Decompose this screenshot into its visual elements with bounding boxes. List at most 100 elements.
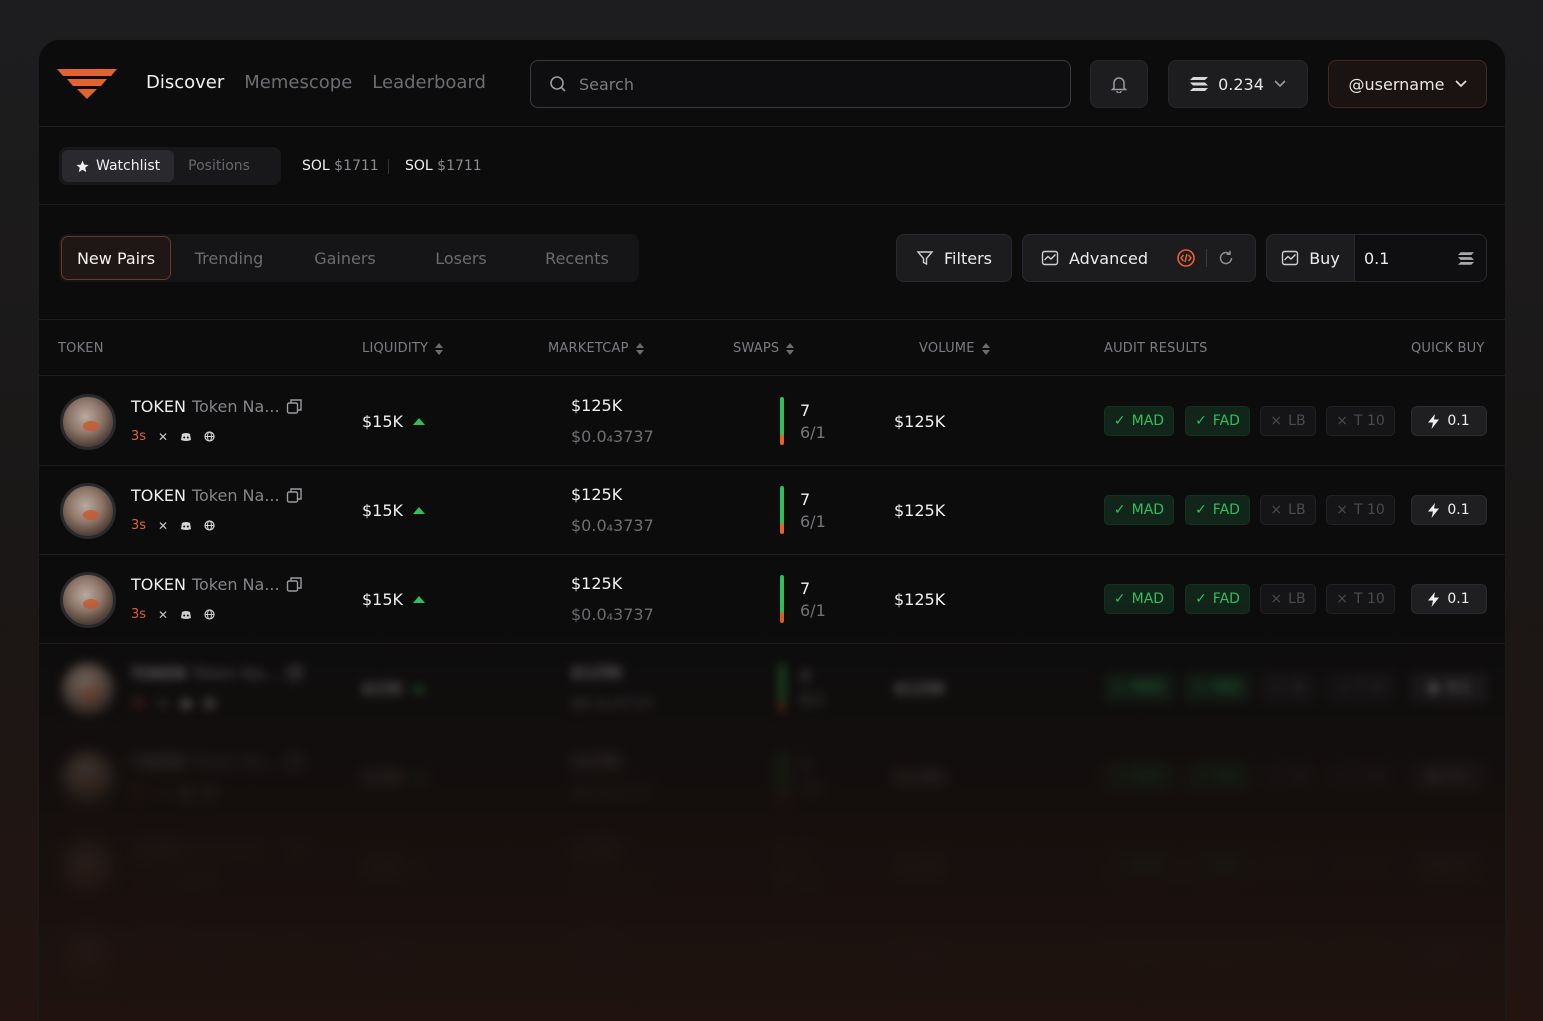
audit-label: FAD	[1212, 502, 1240, 518]
tab-watchlist-label: Watchlist	[96, 158, 161, 174]
x-icon[interactable]: ✕	[158, 875, 168, 889]
check-icon: ✓	[1195, 413, 1207, 429]
wallet-balance-button[interactable]: 0.234	[1168, 60, 1308, 108]
quick-buy-button[interactable]: 0.1	[1411, 584, 1487, 614]
tab-recents[interactable]: Recents	[519, 236, 635, 280]
globe-icon[interactable]	[204, 431, 215, 442]
globe-icon[interactable]	[204, 698, 215, 709]
search-input[interactable]	[579, 74, 1039, 94]
copy-icon[interactable]	[286, 665, 303, 682]
table-row[interactable]: TOKEN Token Na... 3s ✕ $15K $125K $0.0₄3…	[39, 555, 1505, 644]
liquidity-value: $15K	[362, 590, 404, 609]
globe-icon[interactable]	[204, 876, 215, 887]
discord-icon[interactable]	[180, 966, 192, 976]
token-symbol: TOKEN	[131, 397, 186, 416]
discord-icon[interactable]	[180, 877, 192, 887]
discord-icon[interactable]	[180, 699, 192, 709]
globe-icon[interactable]	[204, 520, 215, 531]
nav-leaderboard[interactable]: Leaderboard	[372, 72, 486, 93]
col-marketcap[interactable]: MARKETCAP	[548, 341, 645, 356]
table-row[interactable]: TOKEN Token Na... 3s ✕ $15K $125K $0.0₄3…	[39, 911, 1505, 1000]
quick-buy-button[interactable]: 0.1	[1411, 851, 1487, 881]
x-icon[interactable]: ✕	[158, 519, 168, 533]
tab-gainers[interactable]: Gainers	[287, 236, 403, 280]
table-row[interactable]: TOKEN Token Na... 3s ✕ $15K $125K $0.0₄3…	[39, 466, 1505, 555]
sort-icon	[981, 342, 990, 355]
cross-icon: ×	[1270, 413, 1283, 429]
check-icon: ✓	[1113, 858, 1126, 874]
check-icon: ✓	[1113, 769, 1126, 785]
col-swaps[interactable]: SWAPS	[733, 341, 795, 356]
user-menu-button[interactable]: @username	[1328, 60, 1487, 108]
volume-value: $125K	[894, 590, 946, 609]
discord-icon[interactable]	[180, 788, 192, 798]
table-row[interactable]: TOKEN Token Na... 3s ✕ $15K $125K $0.0₄3…	[39, 377, 1505, 466]
token-name: TOKEN Token Na...	[131, 486, 303, 505]
tab-losers[interactable]: Losers	[403, 236, 519, 280]
quick-buy-button[interactable]: 0.1	[1411, 673, 1487, 703]
tab-positions[interactable]: Positions	[174, 150, 264, 182]
quick-buy-button[interactable]: 0.1	[1411, 406, 1487, 436]
x-icon[interactable]: ✕	[158, 786, 168, 800]
volume-value: $125K	[894, 768, 946, 787]
quick-buy-button[interactable]: 0.1	[1411, 762, 1487, 792]
col-volume[interactable]: VOLUME	[919, 341, 991, 356]
tab-new-pairs[interactable]: New Pairs	[61, 236, 171, 280]
lightning-icon	[1428, 858, 1440, 874]
audit-badge-t10: × T 10	[1326, 851, 1395, 881]
buy-amount-input[interactable]: 0.1	[1355, 235, 1486, 281]
discord-icon[interactable]	[180, 610, 192, 620]
col-swaps-label: SWAPS	[733, 341, 780, 356]
marketcap-value: $125K	[571, 841, 623, 860]
audit-label: LB	[1288, 858, 1306, 874]
notifications-button[interactable]	[1090, 60, 1148, 108]
x-icon[interactable]: ✕	[158, 608, 168, 622]
filters-button[interactable]: Filters	[896, 234, 1012, 282]
copy-icon[interactable]	[286, 932, 303, 949]
quick-buy-button[interactable]: 0.1	[1411, 940, 1487, 970]
audit-badge-lb: × LB	[1260, 406, 1316, 436]
discord-icon[interactable]	[180, 521, 192, 531]
lightning-icon	[1428, 769, 1440, 785]
search-box[interactable]	[530, 60, 1071, 108]
check-icon: ✓	[1113, 502, 1126, 518]
table-row[interactable]: TOKEN Token Na... 3s ✕ $15K $125K $0.0₄3…	[39, 733, 1505, 822]
copy-icon[interactable]	[286, 754, 303, 771]
nav-discover[interactable]: Discover	[146, 72, 224, 93]
quick-buy-button[interactable]: 0.1	[1411, 495, 1487, 525]
price-ticker[interactable]: SOL $1711	[405, 158, 482, 174]
advanced-mode-icon[interactable]	[1176, 248, 1196, 268]
copy-icon[interactable]	[286, 843, 303, 860]
cross-icon: ×	[1270, 947, 1283, 963]
x-icon[interactable]: ✕	[158, 964, 168, 978]
liquidity-cell: $15K	[362, 501, 426, 520]
buy-button[interactable]: Buy	[1267, 235, 1355, 281]
tab-trending[interactable]: Trending	[171, 236, 287, 280]
price-ticker[interactable]: SOL $1711	[302, 158, 379, 174]
copy-icon[interactable]	[286, 576, 303, 593]
table-row[interactable]: TOKEN Token Na... 3s ✕ $15K $125K $0.0₄3…	[39, 644, 1505, 733]
nav-memescope[interactable]: Memescope	[244, 72, 352, 93]
liquidity-value: $15K	[362, 412, 404, 431]
marketcap-value: $125K	[571, 930, 623, 949]
check-icon: ✓	[1195, 769, 1207, 785]
token-symbol: TOKEN	[131, 931, 186, 950]
globe-icon[interactable]	[204, 609, 215, 620]
globe-icon[interactable]	[204, 965, 215, 976]
token-age: 3s	[131, 874, 147, 889]
col-liquidity[interactable]: LIQUIDITY	[362, 341, 444, 356]
ticker-divider	[388, 159, 389, 174]
copy-icon[interactable]	[286, 487, 303, 504]
logo-icon[interactable]	[57, 67, 117, 99]
token-name: TOKEN Token Na...	[131, 931, 303, 950]
discord-icon[interactable]	[180, 432, 192, 442]
category-tabs: New Pairs Trending Gainers Losers Recent…	[59, 234, 639, 282]
globe-icon[interactable]	[204, 787, 215, 798]
x-icon[interactable]: ✕	[158, 430, 168, 444]
table-row[interactable]: TOKEN Token Na... 3s ✕ $15K $125K $0.0₄3…	[39, 822, 1505, 911]
tab-watchlist[interactable]: Watchlist	[62, 150, 175, 182]
copy-icon[interactable]	[286, 398, 303, 415]
advanced-button[interactable]: Advanced	[1022, 234, 1256, 282]
refresh-icon[interactable]	[1217, 249, 1235, 267]
x-icon[interactable]: ✕	[158, 697, 168, 711]
